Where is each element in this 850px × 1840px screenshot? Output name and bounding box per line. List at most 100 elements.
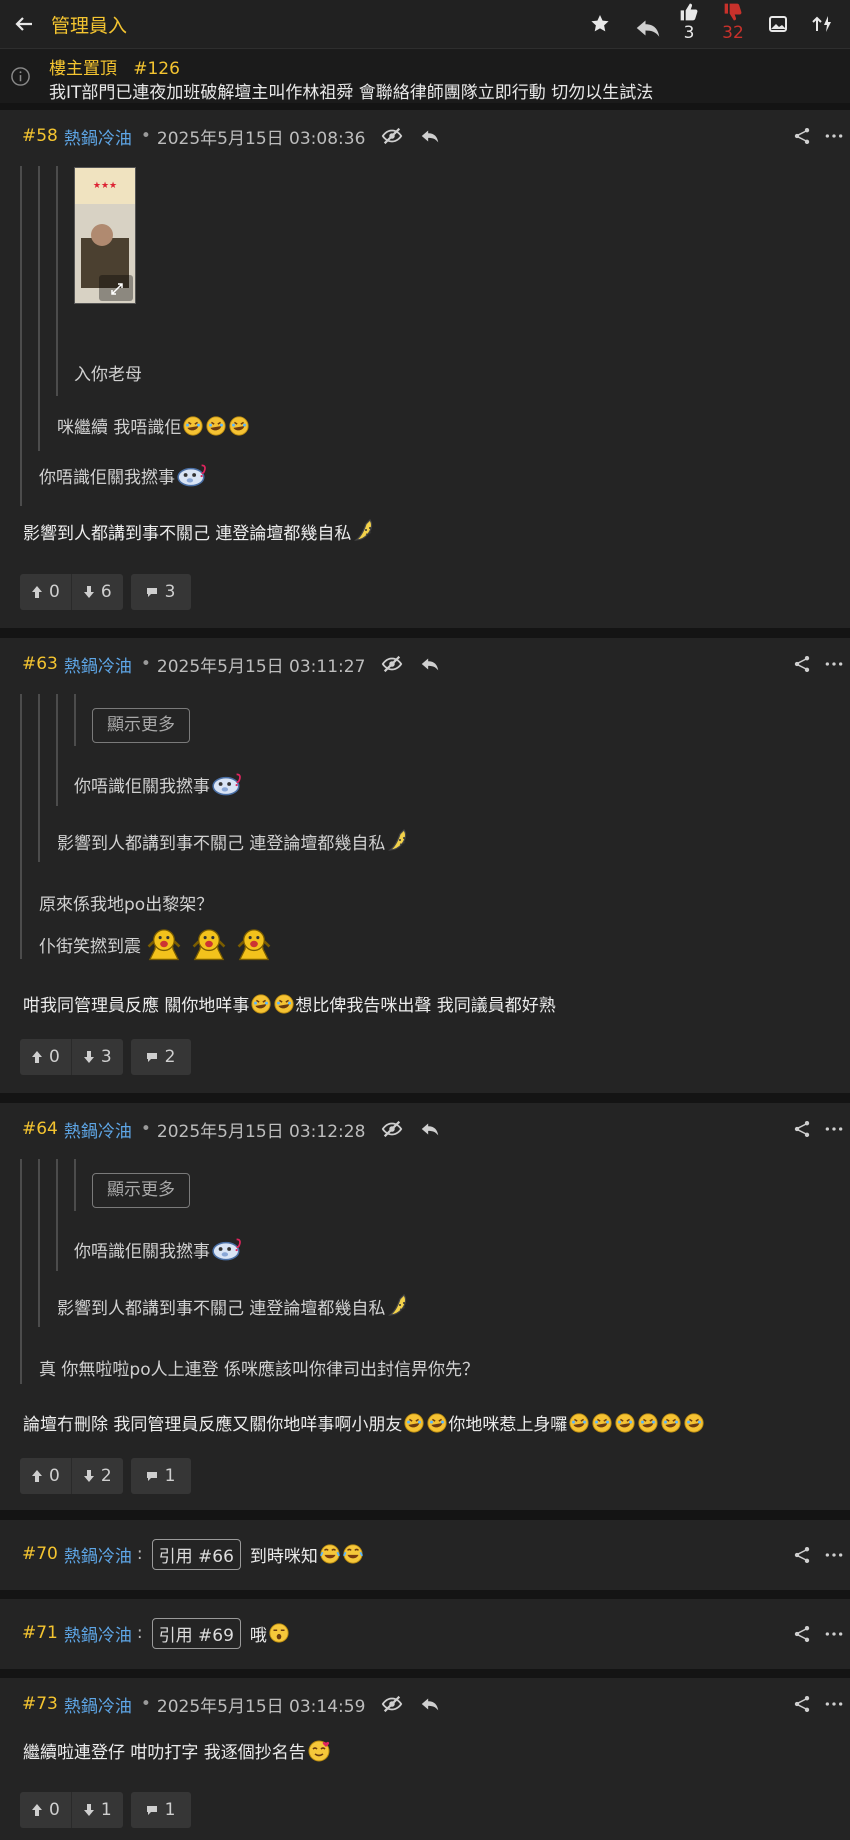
rofl-emoji-icon — [250, 993, 272, 1015]
comments-button[interactable]: 2 — [130, 1039, 192, 1075]
quote-text: 影響到人都講到事不關己 連登論壇都幾自私 — [57, 828, 412, 854]
quote-text: 入你老母 — [74, 365, 142, 385]
post-date: 2025年5月15日 03:11:27 — [156, 656, 366, 677]
username[interactable]: 熱鍋冷油 — [64, 1542, 132, 1567]
quote-bar — [38, 166, 40, 451]
upvote-count: 3 — [683, 23, 695, 43]
downvote-button[interactable]: 32 — [713, 0, 753, 49]
share-icon[interactable] — [792, 1694, 812, 1714]
hide-eye-icon[interactable] — [381, 1693, 403, 1715]
post-collapsed[interactable]: #70 熱鍋冷油 : 引用 #66 到時咪知 — [0, 1520, 850, 1590]
username[interactable]: 熱鍋冷油 — [64, 1117, 132, 1142]
hide-eye-icon[interactable] — [381, 125, 403, 147]
comments-button[interactable]: 1 — [130, 1458, 192, 1494]
sleepy-emoji-icon — [268, 1622, 290, 1644]
more-options-icon[interactable] — [824, 1696, 844, 1712]
quote-bar — [74, 1159, 76, 1211]
arrow-up-icon — [31, 1050, 43, 1064]
sort-order-icon[interactable] — [806, 9, 838, 39]
more-options-icon[interactable] — [824, 1547, 844, 1563]
quote-text: 咪繼續 我唔識佢 — [57, 413, 250, 438]
upvote-button[interactable]: 0 — [20, 1792, 71, 1828]
quote-bar — [74, 694, 76, 746]
username[interactable]: 熱鍋冷油 — [64, 652, 132, 677]
share-icon[interactable] — [792, 1624, 812, 1644]
quote-text: 你唔識佢關我撚事 — [39, 462, 208, 488]
banana-emoji-icon — [386, 828, 412, 854]
share-icon[interactable] — [792, 654, 812, 674]
username[interactable]: 熱鍋冷油 — [64, 124, 132, 149]
post-number[interactable]: #64 — [22, 1119, 58, 1139]
quote-reference-button[interactable]: 引用 #69 — [151, 1617, 241, 1649]
comments-button[interactable]: 3 — [130, 574, 192, 610]
downvote-count: 32 — [722, 23, 744, 43]
quote-text: 你唔識佢關我撚事 — [74, 771, 243, 797]
post: #63 熱鍋冷油 • 2025年5月15日 03:11:27 顯示更多 你唔識佢… — [0, 638, 850, 1093]
more-options-icon[interactable] — [824, 1626, 844, 1642]
quote-text: 仆街笑撚到震 — [39, 926, 276, 962]
reply-icon[interactable] — [419, 1693, 441, 1715]
star-icon[interactable] — [584, 9, 616, 39]
reply-icon[interactable] — [628, 9, 660, 39]
share-icon[interactable] — [792, 126, 812, 146]
pig-emoji-icon — [176, 462, 208, 488]
post-header: #73 熱鍋冷油 • 2025年5月15日 03:14:59 — [22, 1692, 441, 1717]
upvote-button[interactable]: 0 — [20, 1039, 71, 1075]
post-body: 論壇冇刪除 我同管理員反應又關你地咩事啊小朋友 你地咪惹上身囉 — [23, 1410, 705, 1435]
comments-button[interactable]: 1 — [130, 1792, 192, 1828]
reply-icon[interactable] — [419, 653, 441, 675]
post-number[interactable]: #70 — [22, 1544, 58, 1564]
quote-bar — [38, 694, 40, 862]
downvote-button[interactable]: 6 — [70, 574, 123, 610]
downvote-button[interactable]: 1 — [70, 1792, 123, 1828]
post: #64 熱鍋冷油 • 2025年5月15日 03:12:28 顯示更多 你唔識佢… — [0, 1103, 850, 1510]
username[interactable]: 熱鍋冷油 — [64, 1621, 132, 1646]
info-icon — [11, 67, 30, 86]
rofl-emoji-icon — [205, 415, 227, 437]
more-options-icon[interactable] — [824, 656, 844, 672]
arrow-down-icon — [83, 1469, 95, 1483]
post-number[interactable]: #63 — [22, 654, 58, 674]
share-icon[interactable] — [792, 1119, 812, 1139]
quote-reference-button[interactable]: 引用 #66 — [151, 1538, 241, 1570]
post-body: 咁我同管理員反應 關你地咩事 想比俾我告咪出聲 我同議員都好熟 — [23, 991, 556, 1016]
thread-title: 管理員入 — [51, 15, 128, 37]
arrow-up-icon — [31, 1469, 43, 1483]
back-arrow-icon[interactable] — [8, 9, 40, 39]
thumbs-up-icon — [680, 3, 698, 21]
pinned-message[interactable]: 樓主置頂 #126 我IT部門已連夜加班破解壇主叫作林祖舜 會聯絡律師團隊立即行… — [0, 49, 850, 103]
arrow-down-icon — [83, 1050, 95, 1064]
reply-icon[interactable] — [419, 1118, 441, 1140]
more-options-icon[interactable] — [824, 1121, 844, 1137]
more-options-icon[interactable] — [824, 128, 844, 144]
post-number[interactable]: #58 — [22, 126, 58, 146]
post-header: #70 熱鍋冷油 : 引用 #66 到時咪知 — [22, 1538, 364, 1570]
quote-bar — [38, 1159, 40, 1327]
post-collapsed[interactable]: #71 熱鍋冷油 : 引用 #69 哦 — [0, 1599, 850, 1669]
pinned-label: 樓主置頂 #126 — [49, 59, 180, 79]
downvote-button[interactable]: 2 — [70, 1458, 123, 1494]
post: #73 熱鍋冷油 • 2025年5月15日 03:14:59 繼續啦連登仔 咁叻… — [0, 1678, 850, 1840]
upvote-button[interactable]: 0 — [20, 574, 71, 610]
quote-text: 原來係我地po出黎架？ — [39, 895, 214, 915]
show-more-button[interactable]: 顯示更多 — [92, 1173, 190, 1208]
upvote-button[interactable]: 0 — [20, 1458, 71, 1494]
post-header: #64 熱鍋冷油 • 2025年5月15日 03:12:28 — [22, 1117, 441, 1142]
post-number[interactable]: #71 — [22, 1623, 58, 1643]
quoted-image-thumbnail[interactable]: ★★★ — [74, 167, 136, 304]
show-more-button[interactable]: 顯示更多 — [92, 708, 190, 743]
rofl-emoji-icon — [683, 1412, 705, 1434]
reply-icon[interactable] — [419, 125, 441, 147]
username[interactable]: 熱鍋冷油 — [64, 1692, 132, 1717]
rofl-emoji-icon — [273, 993, 295, 1015]
pinned-text: 我IT部門已連夜加班破解壇主叫作林祖舜 會聯絡律師團隊立即行動 切勿以生試法 — [49, 83, 654, 103]
upvote-button[interactable]: 3 — [669, 0, 709, 49]
hide-eye-icon[interactable] — [381, 653, 403, 675]
post-number[interactable]: #73 — [22, 1694, 58, 1714]
rofl-emoji-icon — [426, 1412, 448, 1434]
rofl-emoji-icon — [637, 1412, 659, 1434]
share-icon[interactable] — [792, 1545, 812, 1565]
image-mode-icon[interactable] — [762, 9, 794, 39]
downvote-button[interactable]: 3 — [70, 1039, 123, 1075]
hide-eye-icon[interactable] — [381, 1118, 403, 1140]
